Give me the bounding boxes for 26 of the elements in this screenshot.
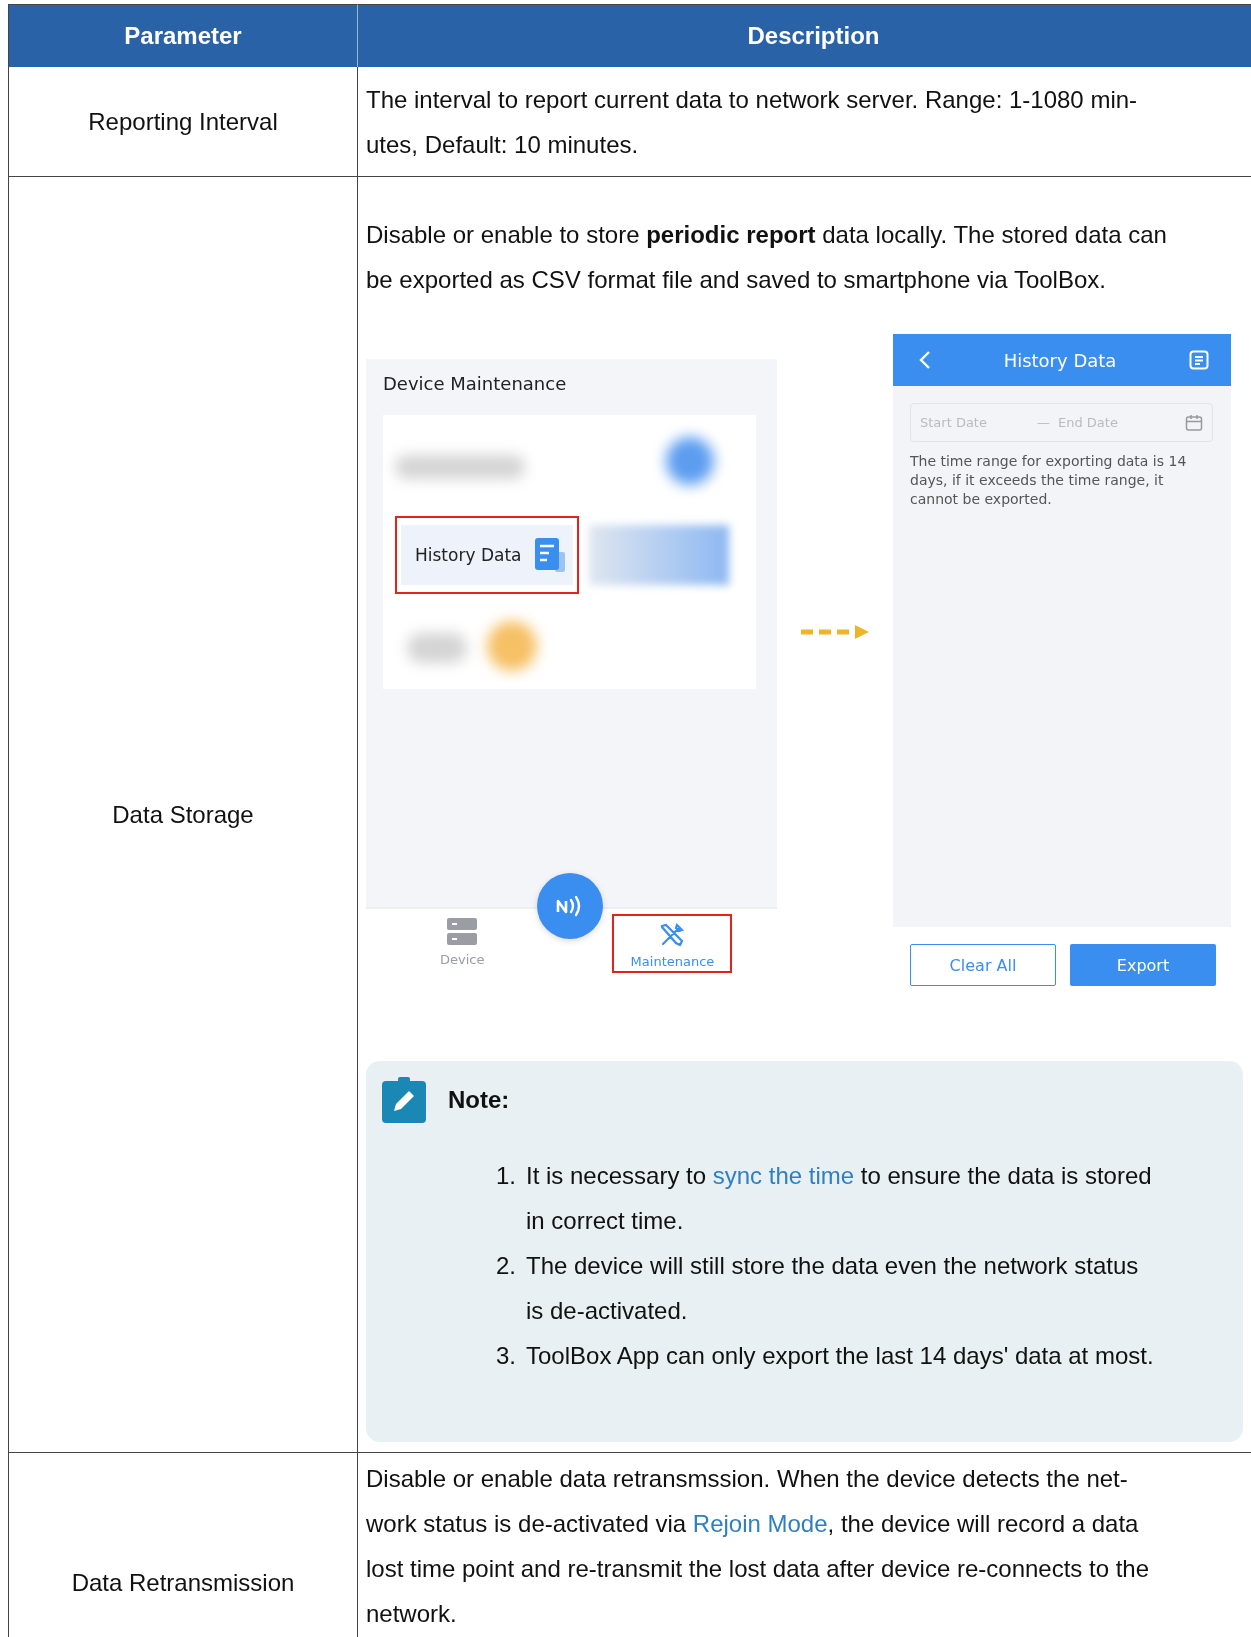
nav-tab[interactable]: Maintenance (612, 914, 733, 973)
list-item-text: It is necessary to sync the time to ensure the data is stored in correct time. (526, 1161, 1152, 1236)
list-item-text: The device will still store the data even the network status is de-activated. (526, 1251, 1139, 1326)
parameter-name: Data Retransmission (71, 1568, 295, 1597)
parameter-name: Reporting Interval (88, 107, 278, 136)
hint-text: The time range for exporting data is 14 days, if it exceeds the time range, it cannot be exported. (910, 452, 1188, 509)
column-header: Description (358, 4, 1251, 67)
note-title: Note: (448, 1086, 510, 1114)
history-data-tile[interactable]: History Data (401, 525, 573, 585)
screen-title: History Data (1003, 349, 1117, 371)
list-number: 3. (496, 1341, 517, 1371)
nav-tab[interactable]: Device (432, 912, 493, 973)
list-item-text: ToolBox App can only export the last 14 days' data at most. (526, 1341, 1154, 1371)
column-header: Parameter (9, 4, 358, 67)
date-range-field[interactable]: Start Date — End Date (910, 403, 1213, 442)
link[interactable]: sync the time (712, 1162, 855, 1189)
description-text: Disable or enable data retransmssion. When the device detects the net- work status is de-activated via Rejoin Mode, the device will record a data lost time point and re-transmit the lost data after device re-connects to the network. (366, 1464, 1151, 1629)
link[interactable]: Rejoin Mode (692, 1510, 828, 1537)
list-number: 2. (496, 1251, 517, 1281)
export-button[interactable]: Export (1070, 944, 1216, 986)
parameter-name: Data Storage (112, 800, 254, 829)
clear-all-button[interactable]: Clear All (910, 944, 1056, 986)
description-text: The interval to report current data to network server. Range: 1-1080 min- utes, Default: 10 minutes. (366, 85, 1139, 160)
list-number: 1. (496, 1161, 517, 1191)
description-text: Disable or enable to store periodic report data locally. The stored data can be exported as CSV format file and saved to smartphone via ToolBox. (366, 220, 1168, 295)
screen-title: Device Maintenance (382, 372, 568, 396)
